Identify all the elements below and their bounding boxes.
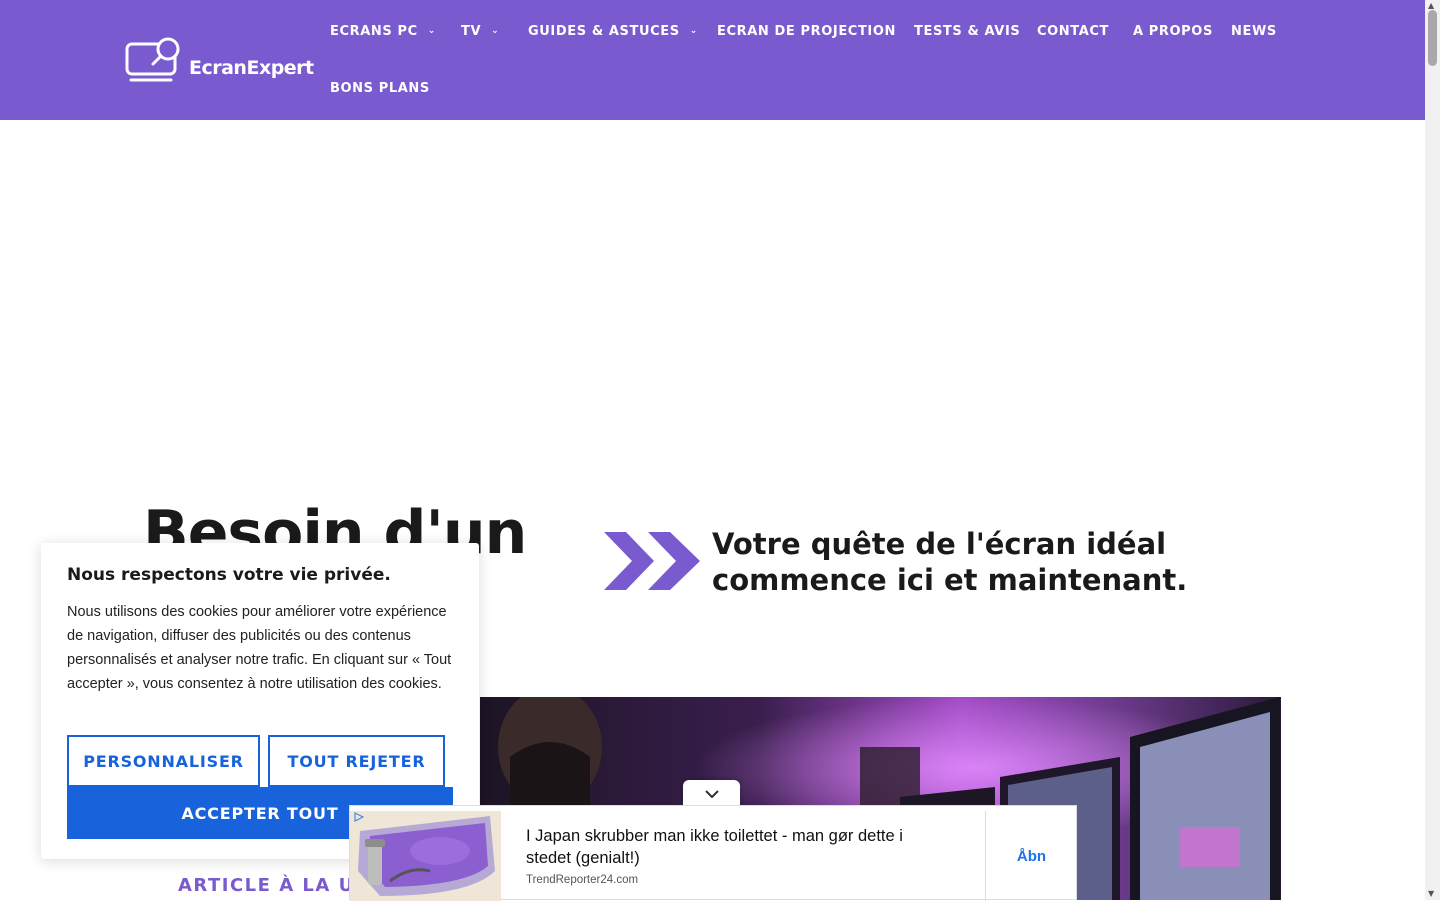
nav-tests-avis[interactable]: TESTS & AVIS: [914, 24, 1020, 39]
scroll-up-arrow-icon[interactable]: ▲: [1428, 1, 1434, 10]
nav-bons-plans[interactable]: BONS PLANS: [330, 81, 430, 96]
nav-news[interactable]: NEWS: [1231, 24, 1277, 39]
site-logo[interactable]: EcranExpert: [125, 36, 314, 84]
chevron-down-icon: ⌄: [689, 25, 698, 36]
hero-tagline: Votre quête de l'écran idéal commence ic…: [712, 527, 1188, 597]
page-scrollbar[interactable]: ▲ ▼: [1425, 0, 1440, 900]
nav-label: CONTACT: [1037, 24, 1109, 39]
nav-a-propos[interactable]: A PROPOS: [1133, 24, 1213, 39]
customize-cookies-button[interactable]: PERSONNALISER: [67, 735, 260, 787]
nav-ecran-de-projection[interactable]: ECRAN DE PROJECTION: [717, 24, 896, 39]
nav-label: BONS PLANS: [330, 81, 430, 96]
ad-open-button[interactable]: Åbn: [986, 811, 1077, 901]
nav-contact[interactable]: CONTACT: [1037, 24, 1109, 39]
nav-label: GUIDES & ASTUCES: [528, 24, 680, 39]
nav-label: ECRAN DE PROJECTION: [717, 24, 896, 39]
cookie-banner-body: Nous utilisons des cookies pour améliore…: [67, 604, 452, 692]
monitor-search-icon: [125, 37, 180, 82]
nav-label: A PROPOS: [1133, 24, 1213, 39]
chevron-down-icon: ⌄: [491, 25, 500, 36]
ad-collapse-toggle[interactable]: [683, 780, 740, 808]
scroll-down-arrow-icon[interactable]: ▼: [1428, 889, 1434, 898]
nav-label: TV: [461, 24, 482, 39]
logo-text: EcranExpert: [189, 57, 314, 79]
cookie-banner-title: Nous respectons votre vie privée.: [67, 565, 391, 585]
nav-label: NEWS: [1231, 24, 1277, 39]
scrollbar-thumb[interactable]: [1428, 10, 1437, 66]
double-chevron-icon: [604, 532, 700, 590]
chevron-down-icon: ⌄: [427, 25, 436, 36]
nav-tv[interactable]: TV ⌄: [461, 24, 499, 39]
ad-image[interactable]: [350, 811, 501, 901]
toilet-cleaning-illustration: [350, 811, 501, 901]
ad-choices-icon[interactable]: [354, 812, 364, 822]
nav-ecrans-pc[interactable]: ECRANS PC ⌄: [330, 24, 436, 39]
bottom-ad-banner[interactable]: I Japan skrubber man ikke toilettet - ma…: [349, 805, 1077, 901]
nav-guides-astuces[interactable]: GUIDES & ASTUCES ⌄: [528, 24, 698, 39]
nav-label: TESTS & AVIS: [914, 24, 1021, 39]
nav-label: ECRANS PC: [330, 24, 418, 39]
ad-source: TrendReporter24.com: [526, 874, 639, 886]
chevron-down-icon: [704, 790, 719, 799]
ad-headline[interactable]: I Japan skrubber man ikke toilettet - ma…: [526, 825, 926, 869]
reject-all-cookies-button[interactable]: TOUT REJETER: [268, 735, 445, 787]
site-header: EcranExpert ECRANS PC ⌄ TV ⌄ GUIDES & AS…: [0, 0, 1425, 120]
